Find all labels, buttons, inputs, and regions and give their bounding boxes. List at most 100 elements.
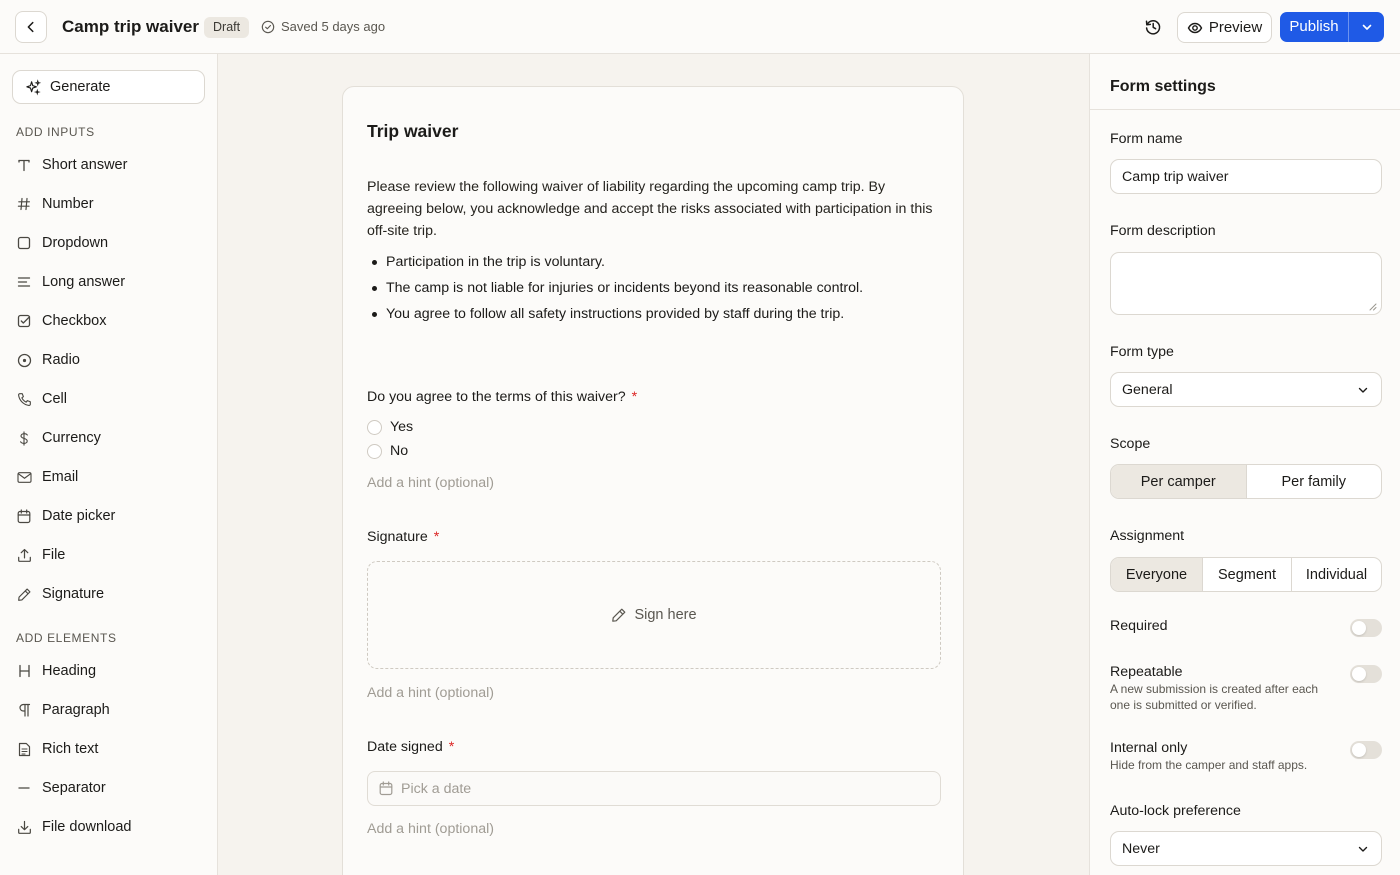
form-canvas: Trip waiver Please review the following … <box>218 54 1089 875</box>
sidebar-item-radio[interactable]: Radio <box>0 343 217 377</box>
preview-button[interactable]: Preview <box>1177 12 1272 43</box>
assignment-option-segment[interactable]: Segment <box>1202 558 1291 591</box>
dollar-icon <box>16 430 32 446</box>
radio-icon <box>16 352 32 368</box>
sidebar-item-label: Short answer <box>42 157 128 173</box>
form-type-label: Form type <box>1110 344 1174 360</box>
assignment-label: Assignment <box>1110 528 1185 544</box>
phone-icon <box>16 391 32 407</box>
date-picker-input[interactable]: Pick a date <box>367 771 941 806</box>
signature-label[interactable]: Signature * <box>367 529 439 545</box>
chevron-down-icon <box>1361 21 1373 33</box>
list-item: The camp is not liable for injuries or i… <box>367 275 937 301</box>
radio-option-no[interactable]: No <box>367 443 408 459</box>
heading-icon <box>16 663 32 679</box>
sidebar-item-label: Long answer <box>42 274 126 290</box>
radio-option-yes[interactable]: Yes <box>367 419 413 435</box>
scope-segmented-control: Per camper Per family <box>1110 464 1382 499</box>
signature-pad[interactable]: Sign here <box>367 561 941 669</box>
resize-grip-icon[interactable] <box>1369 303 1377 311</box>
sidebar-item-signature[interactable]: Signature <box>0 577 217 611</box>
sparkles-icon <box>25 78 42 96</box>
add-elements-heading: ADD ELEMENTS <box>16 631 117 645</box>
generate-button[interactable]: Generate <box>12 70 205 104</box>
settings-title: Form settings <box>1110 78 1216 95</box>
sidebar-item-file[interactable]: File <box>0 538 217 572</box>
radio-label: Yes <box>390 419 414 435</box>
required-marker: * <box>448 739 455 755</box>
sidebar-item-checkbox[interactable]: Checkbox <box>0 304 217 338</box>
sidebar-item-file-download[interactable]: File download <box>0 810 217 844</box>
sidebar-item-separator[interactable]: Separator <box>0 771 217 805</box>
sidebar-item-number[interactable]: Number <box>0 187 217 221</box>
assignment-option-individual[interactable]: Individual <box>1291 558 1381 591</box>
form-type-select[interactable]: General <box>1110 372 1382 407</box>
waiver-bullet-list[interactable]: Participation in the trip is voluntary. … <box>367 249 937 327</box>
generate-label: Generate <box>50 79 111 95</box>
minus-icon <box>16 780 32 796</box>
list-item: You agree to follow all safety instructi… <box>367 301 937 327</box>
select-value: Never <box>1122 840 1160 857</box>
signature-hint-field[interactable]: Add a hint (optional) <box>367 685 494 701</box>
repeatable-toggle[interactable] <box>1350 665 1382 683</box>
sidebar-item-currency[interactable]: Currency <box>0 421 217 455</box>
sidebar-item-label: Heading <box>42 663 97 679</box>
form-description-textarea[interactable] <box>1110 252 1382 315</box>
scope-option-per-camper[interactable]: Per camper <box>1111 465 1246 498</box>
radio-circle <box>367 419 382 435</box>
agree-hint-field[interactable]: Add a hint (optional) <box>367 475 494 491</box>
sidebar-item-cell[interactable]: Cell <box>0 382 217 416</box>
sign-here-text: Sign here <box>634 607 697 623</box>
mail-icon <box>16 469 32 485</box>
add-inputs-heading: ADD INPUTS <box>16 125 95 139</box>
sidebar-item-long-answer[interactable]: Long answer <box>0 265 217 299</box>
internal-only-toggle[interactable] <box>1350 741 1382 759</box>
download-icon <box>16 819 32 835</box>
repeatable-description: A new submission is created after each o… <box>1110 682 1319 712</box>
sidebar-item-paragraph[interactable]: Paragraph <box>0 693 217 727</box>
pen-icon <box>611 607 627 623</box>
form-name-label: Form name <box>1110 131 1183 147</box>
sidebar-item-dropdown[interactable]: Dropdown <box>0 226 217 260</box>
date-signed-label[interactable]: Date signed * <box>367 739 454 755</box>
text-t-icon <box>16 157 32 173</box>
history-button[interactable] <box>1143 17 1163 37</box>
sidebar-item-label: File <box>42 547 66 563</box>
agree-question-label[interactable]: Do you agree to the terms of this waiver… <box>367 389 637 405</box>
date-placeholder: Pick a date <box>401 780 472 797</box>
preview-label: Preview <box>1208 19 1263 36</box>
sidebar-item-label: Cell <box>42 391 67 407</box>
saved-text: Saved 5 days ago <box>281 19 386 34</box>
sidebar-item-heading[interactable]: Heading <box>0 654 217 688</box>
date-hint-field[interactable]: Add a hint (optional) <box>367 821 494 837</box>
publish-options-button[interactable] <box>1348 12 1384 42</box>
hash-icon <box>16 196 32 212</box>
repeatable-label: Repeatable <box>1110 664 1183 680</box>
sidebar-item-email[interactable]: Email <box>0 460 217 494</box>
sidebar-item-date-picker[interactable]: Date picker <box>0 499 217 533</box>
sidebar-item-label: Paragraph <box>42 702 110 718</box>
internal-only-description: Hide from the camper and staff apps. <box>1110 758 1308 772</box>
form-description-text[interactable]: Please review the following waiver of li… <box>367 176 937 242</box>
history-icon <box>1143 17 1163 37</box>
assignment-option-everyone[interactable]: Everyone <box>1111 558 1202 591</box>
radio-label: No <box>390 443 409 459</box>
form-name-input[interactable]: Camp trip waiver <box>1110 159 1382 194</box>
sidebar-item-rich-text[interactable]: Rich text <box>0 732 217 766</box>
sidebar-item-short-answer[interactable]: Short answer <box>0 148 217 182</box>
sidebar-item-label: Separator <box>42 780 106 796</box>
auto-lock-select[interactable]: Never <box>1110 831 1382 866</box>
question-text: Date signed <box>367 739 443 755</box>
checkbox-icon <box>16 313 32 329</box>
eye-icon <box>1187 20 1203 36</box>
required-toggle[interactable] <box>1350 619 1382 637</box>
sidebar-item-label: Signature <box>42 586 105 602</box>
sidebar-item-label: Date picker <box>42 508 116 524</box>
form-heading[interactable]: Trip waiver <box>367 121 458 142</box>
form-description-label: Form description <box>1110 223 1216 239</box>
sidebar-item-label: Email <box>42 469 79 485</box>
back-button[interactable] <box>15 11 47 43</box>
scope-option-per-family[interactable]: Per family <box>1245 465 1382 498</box>
form-card: Trip waiver Please review the following … <box>342 86 964 875</box>
publish-button[interactable]: Publish <box>1280 12 1348 42</box>
